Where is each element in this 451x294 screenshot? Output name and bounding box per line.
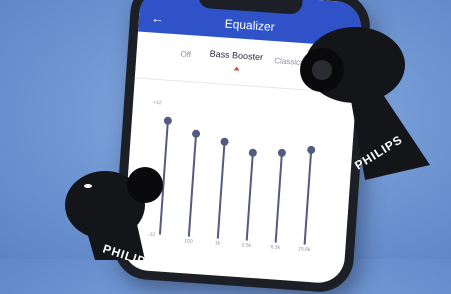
phone-notch [197,0,303,15]
selected-indicator-icon [233,66,240,71]
preset-off[interactable]: Off [180,50,191,60]
eq-band-track [216,141,226,239]
eq-band-slider[interactable]: 2.5k [236,90,267,251]
eq-band-slider[interactable]: 100 [178,86,209,247]
eq-band-knob[interactable] [277,148,287,158]
eq-band-track [274,152,283,243]
eq-band-track [245,153,254,241]
eq-band-knob[interactable] [220,137,229,146]
left-earbud-indicator [84,184,92,188]
eq-band-knob[interactable] [191,129,201,138]
eq-band-label: 15.6k [297,246,311,254]
right-earbud: PHILIPS [300,27,430,180]
eq-band-label: 6.3k [270,244,281,251]
preset-bass-booster[interactable]: Bass Booster [209,49,263,63]
eq-band-track [187,133,198,237]
left-earbud: PHILIPS [65,167,163,260]
right-earbud-nozzle [312,60,332,80]
eq-band-label: 1k [214,240,221,247]
left-earbud-tip [127,167,163,203]
eq-band-knob[interactable] [248,148,258,158]
eq-band-knob[interactable] [163,116,173,126]
eq-band-slider[interactable]: 1k [207,88,238,249]
eq-band-label: 2.5k [241,242,252,249]
